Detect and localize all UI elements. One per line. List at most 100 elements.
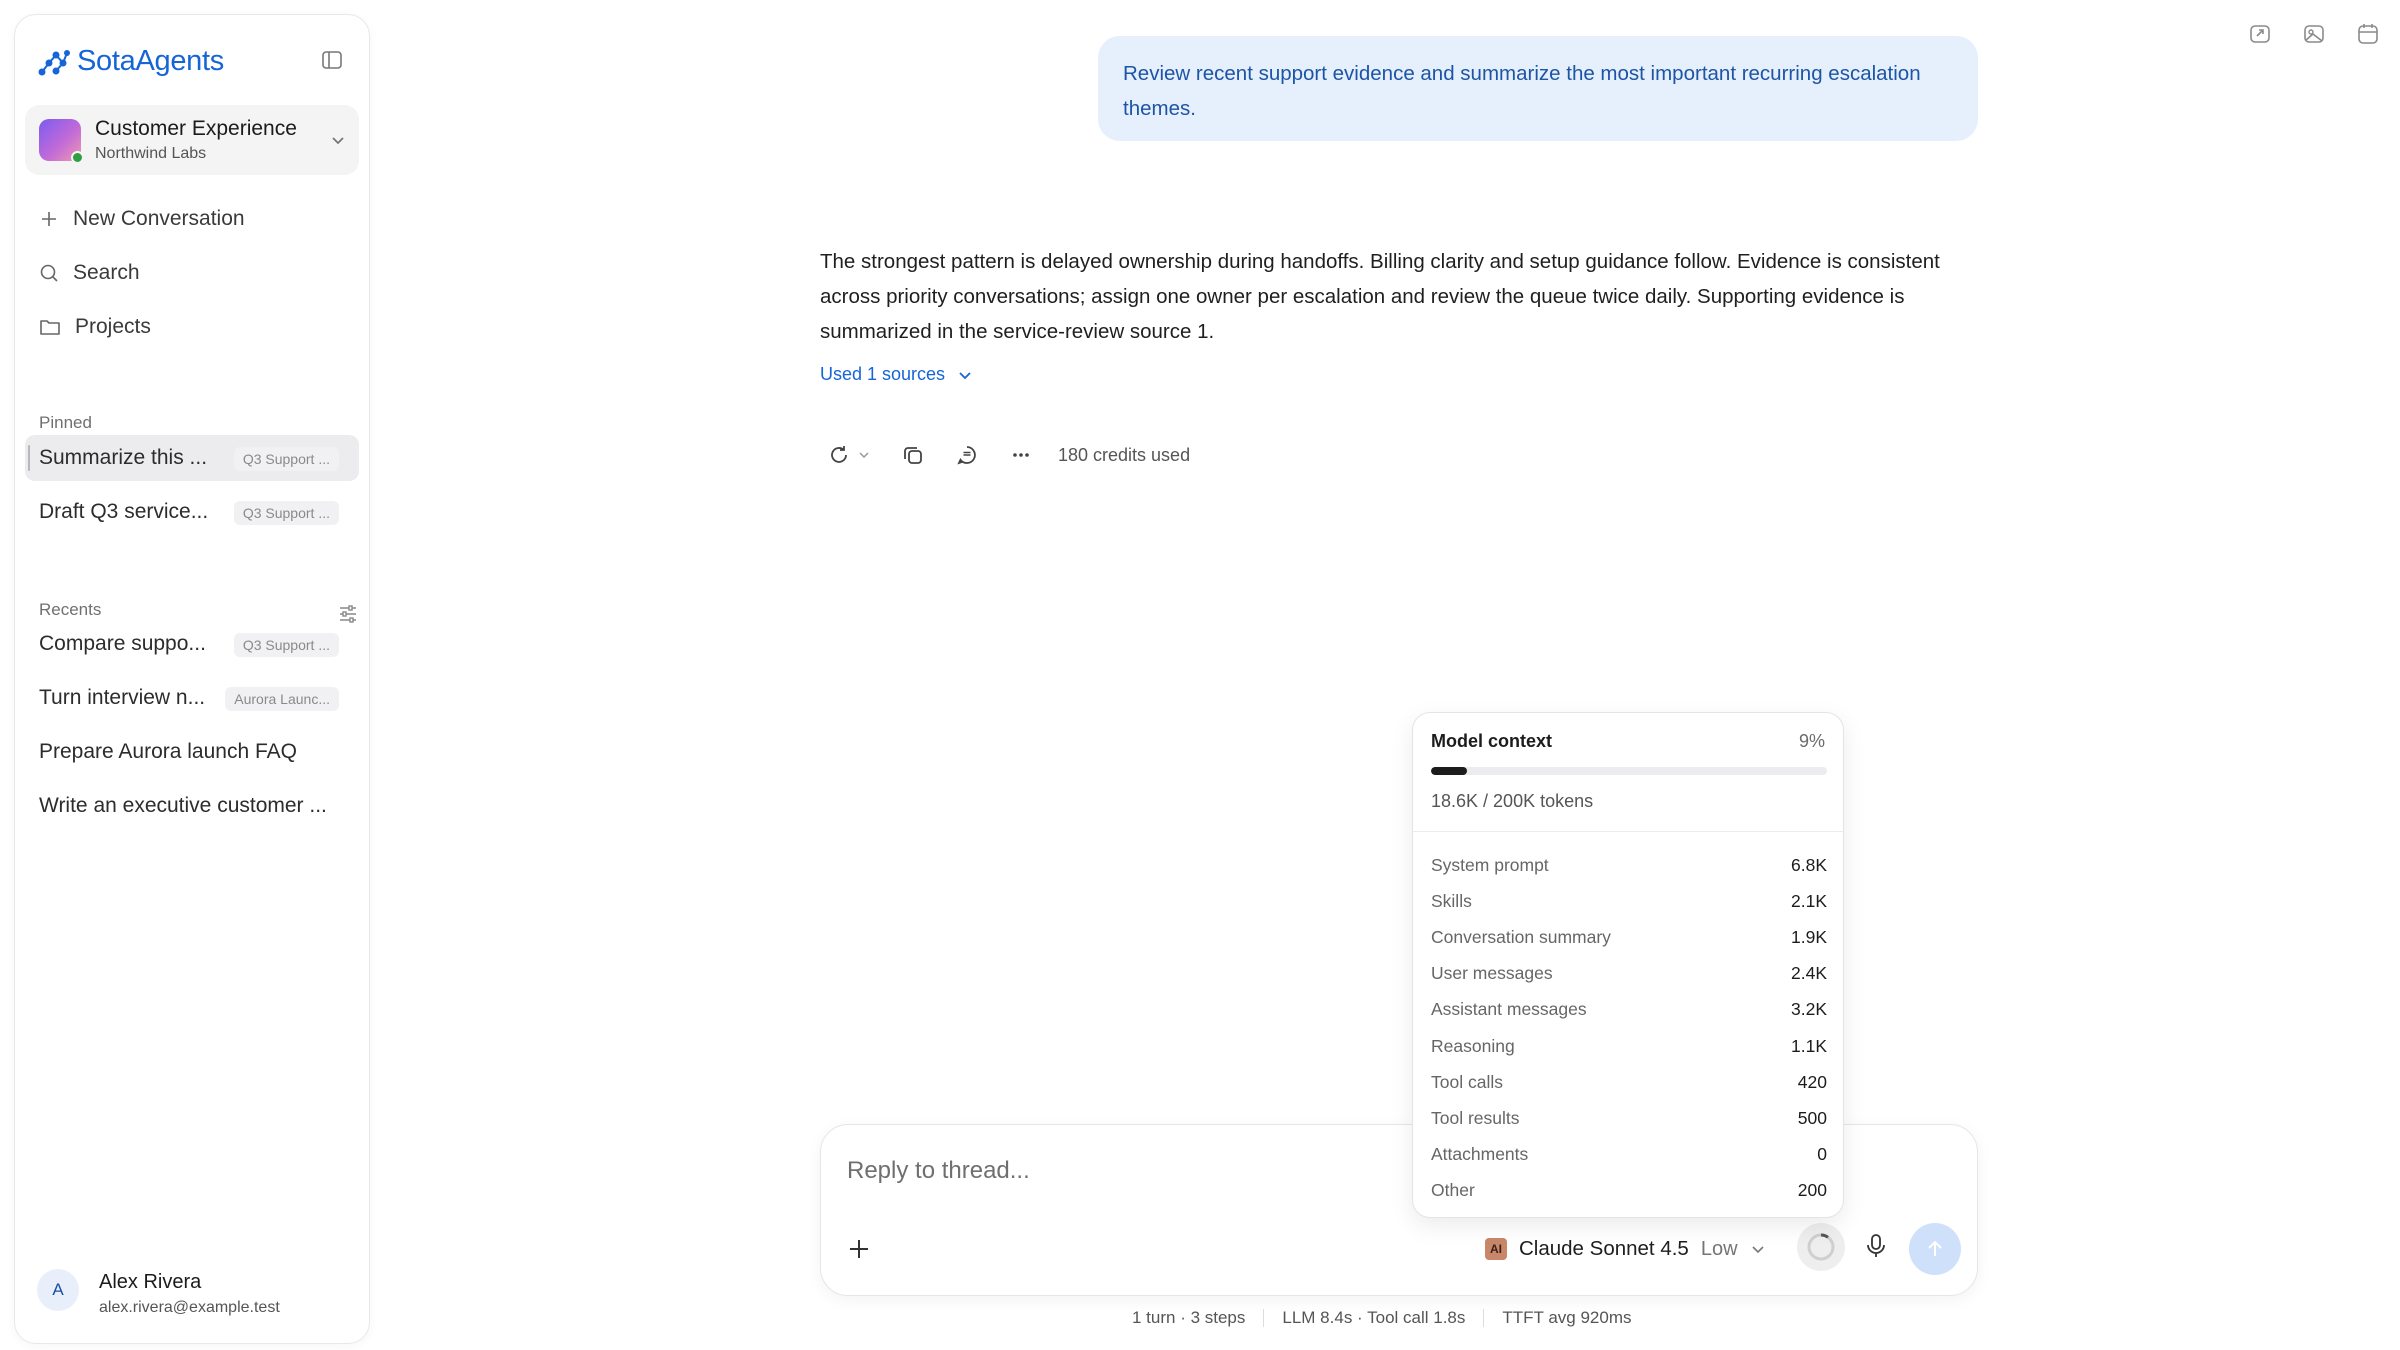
context-percent: 9% [1798,731,1825,751]
recent-conversation-item[interactable]: Compare suppo... Q3 Support ... [25,621,359,667]
popup-title: Model context [1431,731,1553,751]
recent-conversation-item[interactable]: Write an executive customer ... [25,783,359,829]
context-row-value: 2.4K [1791,963,1827,984]
context-row-value: 3.2K [1791,999,1827,1020]
conversation-title: Compare suppo... [39,632,206,655]
project-tag: Q3 Support ... [233,501,339,525]
context-row-value: 200 [1797,1180,1827,1201]
context-row: Tool results 500 [1431,1100,1827,1136]
context-row-value: 0 [1817,1144,1827,1165]
model-selector[interactable]: AI Claude Sonnet 4.5 Low [1485,1231,1766,1267]
message-actions: 180 credits used [824,440,1190,470]
conversation-title: Summarize this ... [39,446,208,469]
context-row-value: 2.1K [1791,890,1827,911]
context-row-label: System prompt [1431,854,1549,875]
more-options-icon[interactable] [1006,440,1036,470]
pinned-conversation-item[interactable]: Summarize this ... Q3 Support ... [25,435,359,481]
sources-toggle[interactable]: Used 1 sources [820,364,973,385]
projects-button[interactable]: Projects [25,305,359,349]
send-button[interactable] [1909,1223,1961,1275]
reply-input[interactable]: Reply to thread... [847,1157,1030,1185]
arrow-up-icon [1928,1240,1942,1256]
search-button[interactable]: Search [25,251,359,295]
user-message-bubble: Review recent support evidence and summa… [1098,36,1978,141]
context-usage-button[interactable] [1797,1223,1845,1271]
pinned-conversation-item[interactable]: Draft Q3 service... Q3 Support ... [25,489,359,535]
run-stats: 1 turn · 3 steps LLM 8.4s · Tool call 1.… [1132,1308,1632,1328]
comment-icon[interactable] [952,440,982,470]
divider [1483,1309,1485,1327]
sidebar: SotaAgents Customer Experience Northwind… [14,14,370,1344]
sidebar-toggle-icon[interactable] [321,49,347,75]
context-row-label: Assistant messages [1431,999,1587,1020]
context-row: Assistant messages 3.2K [1431,992,1827,1028]
workspace-switcher[interactable]: Customer Experience Northwind Labs [25,105,359,175]
ttft-stats: TTFT avg 920ms [1502,1308,1632,1327]
context-row-value: 420 [1797,1071,1827,1092]
recent-conversation-item[interactable]: Prepare Aurora launch FAQ [25,729,359,775]
context-row-value: 500 [1797,1107,1827,1128]
logo-icon [38,49,70,75]
anthropic-logo-icon: AI [1485,1238,1507,1260]
calendar-icon[interactable] [2356,22,2382,48]
chevron-down-icon [1751,1246,1764,1254]
context-row: Attachments 0 [1431,1137,1827,1173]
context-row-label: Attachments [1431,1144,1529,1165]
context-breakdown: System prompt 6.8K Skills 2.1K Conversation … [1431,847,1827,1209]
context-row-label: User messages [1431,963,1553,984]
divider [1263,1309,1265,1327]
user-name: Alex Rivera [99,1271,202,1293]
user-avatar[interactable]: A [37,1269,79,1311]
context-row-value: 1.9K [1791,926,1827,947]
context-ring-icon [1807,1233,1835,1261]
chevron-down-icon [332,137,344,145]
sources-label: Used 1 sources [820,364,946,384]
app-name: SotaAgents [77,45,224,77]
context-row-label: Skills [1431,890,1472,911]
new-conversation-button[interactable]: New Conversation [25,197,359,241]
context-row: System prompt 6.8K [1431,847,1827,883]
regenerate-icon[interactable] [824,440,854,470]
context-row: Reasoning 1.1K [1431,1028,1827,1064]
conversation-title: Draft Q3 service... [39,500,209,523]
plus-icon [42,212,56,226]
project-tag: Aurora Launc... [225,687,339,711]
microphone-icon[interactable] [1861,1231,1893,1263]
context-row-label: Conversation summary [1431,926,1611,947]
model-effort: Low [1700,1237,1738,1260]
conversation-title: Turn interview n... [39,686,206,709]
recents-label: Recents [39,600,102,619]
assistant-message: The strongest pattern is delayed ownersh… [820,250,1940,343]
context-row-label: Other [1431,1180,1475,1201]
search-icon [40,264,58,282]
context-row-label: Tool results [1431,1107,1520,1128]
chevron-down-icon [959,371,971,379]
context-row: Tool calls 420 [1431,1064,1827,1100]
projects-label: Projects [75,315,151,338]
image-icon[interactable] [2302,22,2328,48]
context-tokens: 18.6K / 200K tokens [1431,791,1594,811]
context-row-label: Tool calls [1431,1071,1503,1092]
share-icon[interactable] [2248,22,2274,48]
recent-conversation-item[interactable]: Turn interview n... Aurora Launc... [25,675,359,721]
workspace-name: Customer Experience [95,117,297,140]
app-logo[interactable]: SotaAgents [37,45,224,78]
folder-icon [40,320,60,335]
context-row-value: 1.1K [1791,1035,1827,1056]
credits-used: 180 credits used [1058,444,1191,465]
search-label: Search [73,261,140,284]
context-row: Skills 2.1K [1431,883,1827,919]
context-row-value: 6.8K [1791,854,1827,875]
chevron-down-icon[interactable] [854,440,874,470]
context-row: Conversation summary 1.9K [1431,919,1827,955]
workspace-org: Northwind Labs [95,145,207,162]
timing-stats: LLM 8.4s · Tool call 1.8s [1282,1308,1466,1327]
divider [1413,831,1843,832]
project-tag: Q3 Support ... [233,447,339,471]
attach-plus-icon[interactable] [845,1235,873,1263]
pinned-label: Pinned [39,413,92,432]
model-name: Claude Sonnet 4.5 [1519,1237,1689,1260]
copy-icon[interactable] [898,440,928,470]
project-tag: Q3 Support ... [233,633,339,657]
new-conversation-label: New Conversation [73,207,245,230]
